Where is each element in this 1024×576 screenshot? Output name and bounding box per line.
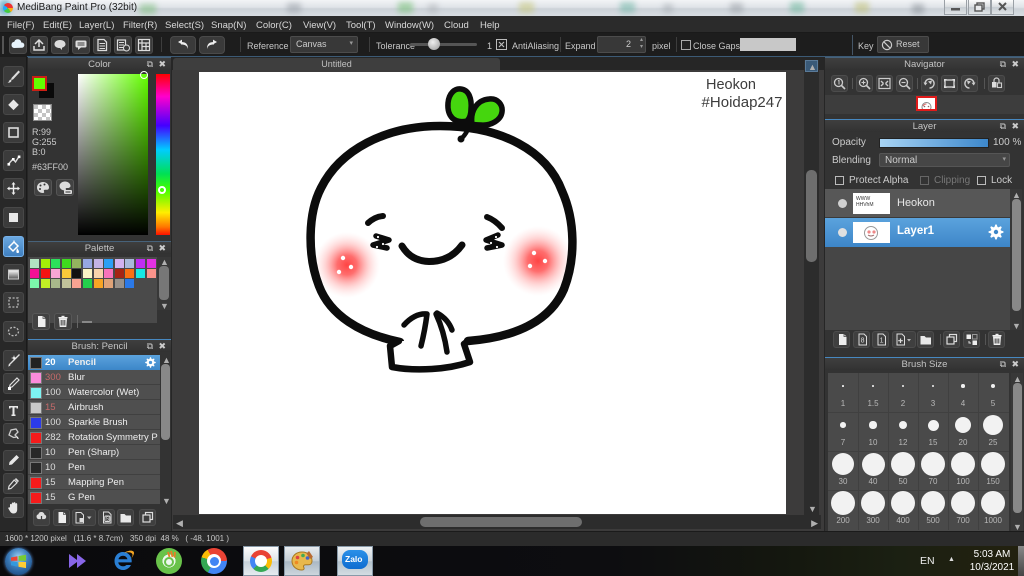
svg-text:#Hoidap247: #Hoidap247 xyxy=(702,94,783,111)
svg-text:8: 8 xyxy=(861,338,865,345)
svg-text:S: S xyxy=(105,516,109,522)
svg-text:1: 1 xyxy=(880,338,884,345)
svg-text:Heokon: Heokon xyxy=(706,77,756,93)
